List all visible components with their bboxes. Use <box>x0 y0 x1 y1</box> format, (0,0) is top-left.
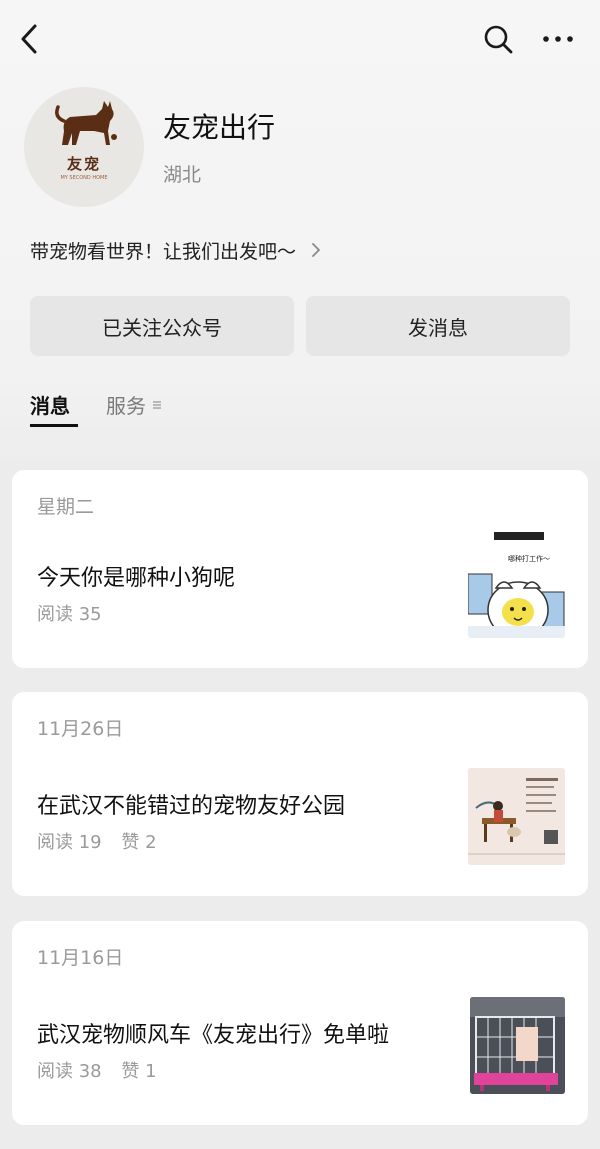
send-message-button[interactable]: 发消息 <box>306 296 570 356</box>
back-arrow-icon <box>21 24 37 54</box>
pet-crate-photo <box>470 997 565 1094</box>
tab-messages[interactable]: 消息 <box>30 390 70 419</box>
more-button[interactable] <box>538 20 578 58</box>
article-thumbnail: 哪种打工作～ <box>468 530 565 638</box>
top-nav-bar <box>0 0 600 80</box>
article-card[interactable]: 11月26日 在武汉不能错过的宠物友好公园 阅读 19 赞 2 <box>12 692 588 896</box>
tab-services-label: 服务 <box>106 394 146 418</box>
account-name: 友宠出行 <box>163 111 276 144</box>
menu-lines-icon <box>153 400 161 409</box>
article-title: 武汉宠物顺风车《友宠出行》免单啦 <box>37 1023 390 1048</box>
tab-messages-label: 消息 <box>30 394 70 418</box>
park-bench-illustration <box>468 768 565 865</box>
article-likes: 赞 2 <box>121 832 157 853</box>
account-region: 湖北 <box>163 164 202 186</box>
chevron-right-icon <box>312 243 320 257</box>
back-button[interactable] <box>14 20 48 58</box>
thumb-caption: 哪种打工作～ <box>508 555 550 563</box>
search-icon <box>484 25 513 54</box>
article-reads: 阅读 38 <box>37 1061 102 1082</box>
article-stats: 阅读 19 赞 2 <box>37 828 171 854</box>
article-stats: 阅读 38 赞 1 <box>37 1057 171 1083</box>
avatar[interactable]: 友宠 MY SECOND HOME <box>24 87 144 207</box>
article-title: 在武汉不能错过的宠物友好公园 <box>37 794 346 819</box>
article-title: 今天你是哪种小狗呢 <box>37 566 236 591</box>
followed-button[interactable]: 已关注公众号 <box>30 296 294 356</box>
active-tab-indicator <box>30 424 78 427</box>
article-reads: 阅读 19 <box>37 832 102 853</box>
article-thumbnail <box>470 997 565 1094</box>
article-date: 星期二 <box>37 496 95 518</box>
tab-services[interactable]: 服务 <box>106 390 162 419</box>
article-thumbnail <box>468 768 565 865</box>
article-card[interactable]: 11月16日 武汉宠物顺风车《友宠出行》免单啦 阅读 38 赞 1 <box>12 921 588 1125</box>
avatar-logo-subtext: MY SECOND HOME <box>60 175 108 181</box>
article-reads: 阅读 35 <box>37 604 102 625</box>
more-dots-icon <box>543 36 573 42</box>
article-stats: 阅读 35 <box>37 600 116 626</box>
cartoon-dog-illustration <box>468 532 565 638</box>
account-bio[interactable]: 带宠物看世界！让我们出发吧～ <box>30 236 322 264</box>
search-button[interactable] <box>478 20 518 58</box>
bio-text: 带宠物看世界！让我们出发吧～ <box>30 240 297 263</box>
avatar-logo-text: 友宠 <box>66 155 101 173</box>
article-card[interactable]: 星期二 今天你是哪种小狗呢 阅读 35 哪种打工作～ <box>12 470 588 668</box>
article-date: 11月26日 <box>37 718 124 740</box>
article-date: 11月16日 <box>37 947 124 969</box>
cat-logo-icon <box>55 101 117 145</box>
article-likes: 赞 1 <box>121 1061 157 1082</box>
